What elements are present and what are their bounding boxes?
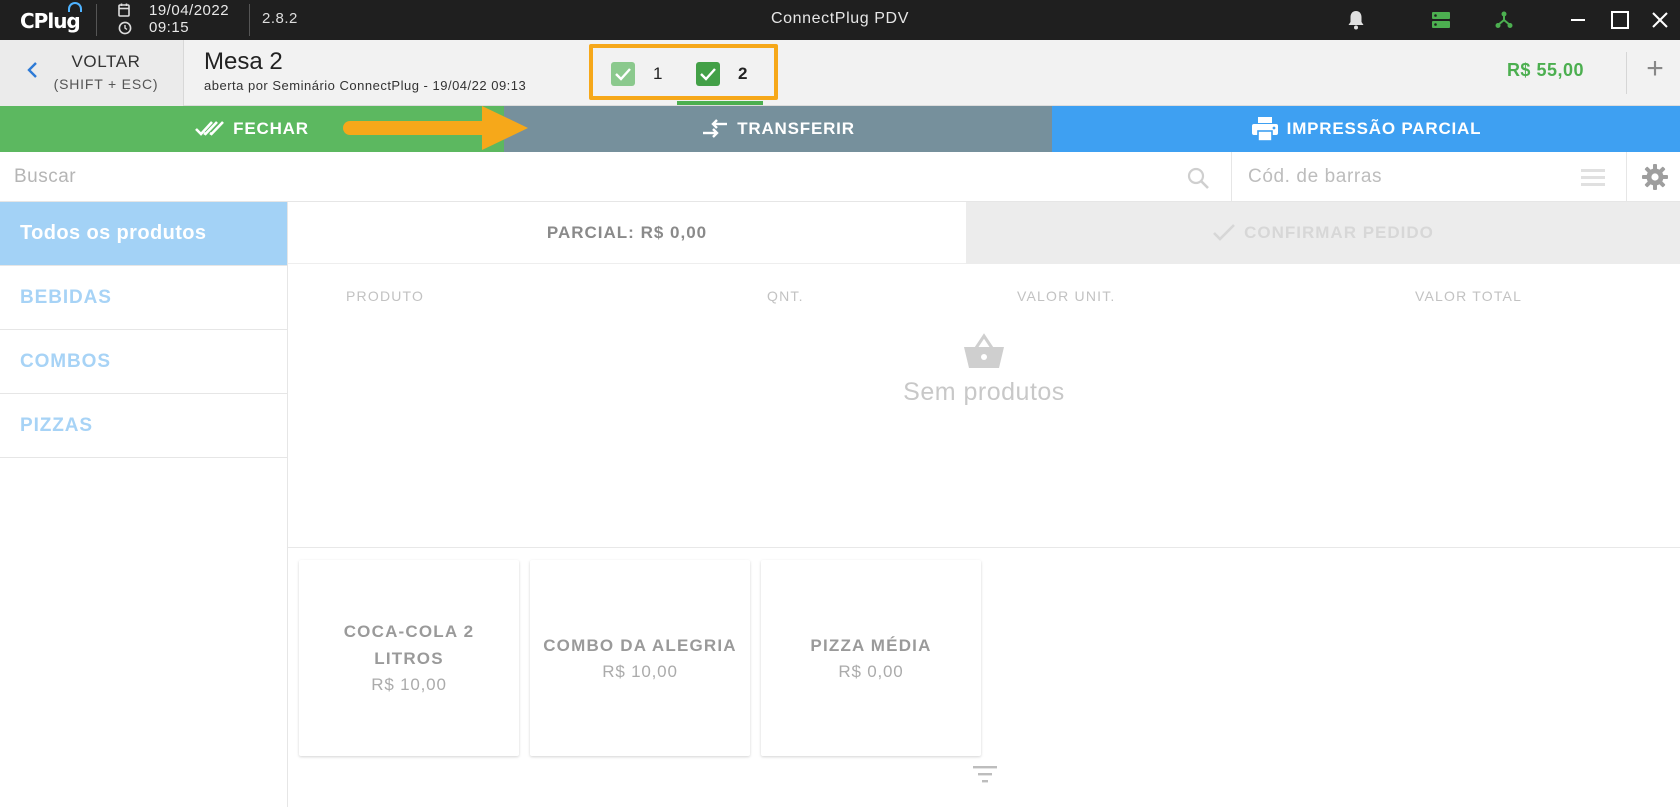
product-card[interactable]: PIZZA MÉDIA R$ 0,00 [761,560,981,756]
chevron-left-icon [27,62,37,78]
app-title: ConnectPlug PDV [771,10,909,27]
close-table-label: FECHAR [233,119,309,138]
title-bar: CPlug 19/04/2022 09:15 2.8.2 ConnectPlug… [0,0,1680,40]
column-header-quantity: QNT. [767,288,804,304]
tab-1-checkbox[interactable] [611,62,635,86]
confirm-order-button[interactable]: CONFIRMAR PEDIDO [966,202,1680,264]
divider [1626,52,1627,94]
gear-icon[interactable] [1641,163,1669,191]
divider [1231,152,1232,202]
back-button[interactable]: VOLTAR (SHIFT + ESC) [0,40,184,106]
category-sidebar: Todos os produtos BEBIDAS COMBOS PIZZAS [0,202,288,807]
minimize-icon [1571,19,1585,21]
table-subtitle: aberta por Seminário ConnectPlug - 19/04… [204,78,527,93]
product-name: PIZZA MÉDIA [810,635,932,655]
bell-icon[interactable] [1344,8,1368,32]
divider [96,4,97,36]
order-panel: PARCIAL: R$ 0,00 CONFIRMAR PEDIDO PRODUT… [288,202,1680,807]
search-row [0,152,1680,202]
category-pizzas[interactable]: PIZZAS [0,394,287,458]
confirm-order-label: CONFIRMAR PEDIDO [1244,223,1434,242]
partial-print-label: IMPRESSÃO PARCIAL [1286,119,1482,138]
maximize-icon [1611,11,1629,29]
version-text: 2.8.2 [262,10,298,27]
clock-icon [118,21,132,39]
filter-icon[interactable] [972,764,998,784]
transfer-label: TRANSFERIR [737,119,855,138]
product-name: COCA-COLA 2 LITROS [343,622,475,668]
product-price: R$ 0,00 [838,661,904,681]
check-icon [700,68,716,81]
time-text: 09:15 [149,19,190,36]
category-all-products[interactable]: Todos os produtos [0,202,287,266]
minimize-button[interactable] [1564,6,1592,34]
product-price: R$ 10,00 [602,661,678,681]
column-header-unit-price: VALOR UNIT. [1017,288,1116,304]
wifi-icon [68,2,82,12]
close-window-button[interactable] [1646,6,1674,34]
divider [1626,152,1627,202]
back-shortcut: (SHIFT + ESC) [53,76,159,92]
action-bar: FECHAR TRANSFERIR IMPRESSÃO PARCIAL [0,106,1680,152]
partial-print-button[interactable]: IMPRESSÃO PARCIAL [1052,106,1680,152]
barcode-input[interactable] [1248,163,1568,191]
maximize-button[interactable] [1606,6,1634,34]
product-name: COMBO DA ALEGRIA [543,635,737,655]
cplug-logo: CPlug [20,2,82,33]
column-header-product: PRODUTO [346,288,425,304]
product-card[interactable]: COCA-COLA 2 LITROS R$ 10,00 [299,560,519,756]
annotation-arrow [343,106,528,150]
server-icon[interactable] [1429,8,1453,32]
list-icon[interactable] [1580,167,1606,189]
empty-state-text: Sem produtos [903,378,1065,406]
search-icon[interactable] [1186,166,1210,190]
category-drinks[interactable]: BEBIDAS [0,266,287,330]
product-price: R$ 10,00 [371,675,447,694]
calendar-icon [118,3,132,21]
product-card[interactable]: COMBO DA ALEGRIA R$ 10,00 [530,560,750,756]
column-header-total-price: VALOR TOTAL [1415,288,1523,304]
page-title: Mesa 2 [204,48,283,75]
logo-text: CPlug [20,9,81,33]
close-icon [1652,12,1668,28]
active-tab-indicator [677,101,763,105]
check-icon [615,68,631,81]
tab-2-label[interactable]: 2 [738,64,747,84]
check-icon [1213,224,1236,241]
partial-total: PARCIAL: R$ 0,00 [288,202,966,264]
tab-highlight-box: 1 2 [589,44,778,100]
search-input[interactable] [14,163,1174,191]
back-label: VOLTAR [71,52,141,71]
category-combos[interactable]: COMBOS [0,330,287,394]
datetime-icons [118,3,132,39]
basket-icon [964,333,1004,368]
network-icon[interactable] [1492,8,1516,32]
divider [249,4,250,36]
table-total: R$ 55,00 [1506,60,1584,80]
datetime: 19/04/2022 09:15 [149,2,229,36]
date-text: 19/04/2022 [149,2,230,19]
double-check-icon [195,121,225,136]
tab-1-label[interactable]: 1 [653,64,662,84]
tab-2-checkbox[interactable] [696,62,720,86]
transfer-icon [703,119,728,138]
divider [288,547,1680,548]
add-button[interactable]: + [1640,54,1670,84]
transfer-button[interactable]: TRANSFERIR [504,106,1052,152]
table-header: VOLTAR (SHIFT + ESC) Mesa 2 aberta por S… [0,40,1680,106]
printer-icon [1251,117,1278,142]
